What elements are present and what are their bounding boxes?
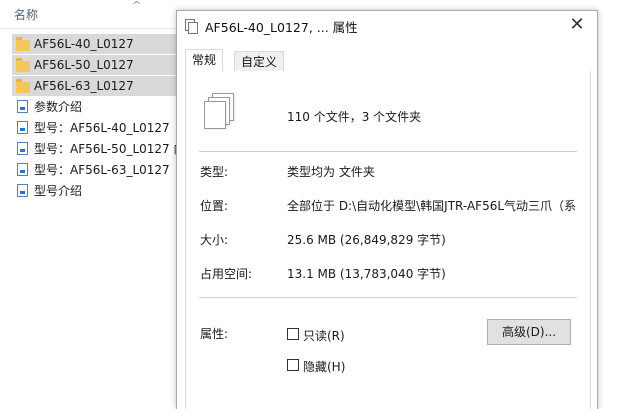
type-value: 类型均为 文件夹 <box>287 165 375 179</box>
list-item-label: 型号介绍 <box>34 184 83 198</box>
divider <box>199 297 577 298</box>
location-value: 全部位于 D:\自动化模型\韩国JTR-AF56L气动三爪（系 <box>287 199 577 213</box>
size-on-disk-label: 占用空间: <box>200 267 253 281</box>
multiple-files-icon <box>204 93 236 129</box>
list-item[interactable]: 型号：AF56L-50_L0127 内 <box>12 139 176 159</box>
advanced-button[interactable]: 高级(D)... <box>487 319 571 345</box>
list-item-label: 型号：AF56L-63_L0127 <box>34 163 170 177</box>
list-item[interactable]: 参数介绍 <box>12 97 176 117</box>
folder-icon <box>16 58 30 72</box>
name-column-label: 名称 <box>14 8 39 22</box>
selection-summary: 110 个文件，3 个文件夹 <box>287 110 422 124</box>
list-item[interactable]: 型号：AF56L-63_L0127 <box>12 160 176 180</box>
readonly-checkbox[interactable] <box>287 328 299 340</box>
type-label: 类型: <box>200 165 229 179</box>
list-item[interactable]: AF56L-50_L0127 <box>12 55 176 75</box>
word-document-icon <box>16 100 30 114</box>
divider <box>199 151 577 152</box>
folder-icon <box>16 79 30 93</box>
word-document-icon <box>16 142 30 156</box>
attributes-label: 属性: <box>200 327 229 341</box>
readonly-label[interactable]: 只读(R) <box>303 327 345 344</box>
list-item-label: AF56L-63_L0127 <box>34 79 134 93</box>
list-item-label: AF56L-50_L0127 <box>34 58 134 72</box>
hidden-checkbox[interactable] <box>287 359 299 371</box>
tab-general[interactable]: 常规 <box>185 49 224 72</box>
name-column-header[interactable]: 名称 ^ <box>0 0 176 29</box>
dialog-title: AF56L-40_L0127, ... 属性 <box>205 20 358 35</box>
list-item-label: 型号：AF56L-40_L0127 <box>34 121 170 135</box>
word-document-icon <box>16 121 30 135</box>
dialog-title-bar[interactable]: AF56L-40_L0127, ... 属性 ✕ <box>177 11 597 41</box>
general-panel: 110 个文件，3 个文件夹 类型: 类型均为 文件夹 位置: 全部位于 D:\… <box>185 71 591 409</box>
document-icon <box>185 19 198 34</box>
folder-icon <box>16 37 30 51</box>
sort-ascending-icon: ^ <box>132 0 142 12</box>
close-icon[interactable]: ✕ <box>567 14 587 35</box>
size-on-disk-value: 13.1 MB (13,783,040 字节) <box>287 267 446 281</box>
list-item-label: 参数介绍 <box>34 100 83 114</box>
list-item[interactable]: 型号介绍 <box>12 181 176 201</box>
list-item[interactable]: AF56L-63_L0127 <box>12 76 176 96</box>
hidden-label[interactable]: 隐藏(H) <box>303 358 345 375</box>
tab-custom[interactable]: 自定义 <box>234 51 285 71</box>
list-item-label: AF56L-40_L0127 <box>34 37 134 51</box>
tab-bar: 常规 自定义 <box>185 49 589 72</box>
size-value: 25.6 MB (26,849,829 字节) <box>287 233 446 247</box>
location-label: 位置: <box>200 199 229 213</box>
size-label: 大小: <box>200 233 229 247</box>
list-item[interactable]: 型号：AF56L-40_L0127 <box>12 118 176 138</box>
word-document-icon <box>16 163 30 177</box>
properties-dialog: AF56L-40_L0127, ... 属性 ✕ 常规 自定义 110 个文件，… <box>176 10 598 409</box>
list-item-label: 型号：AF56L-50_L0127 内 <box>34 142 176 156</box>
list-item[interactable]: AF56L-40_L0127 <box>12 34 176 54</box>
word-document-icon <box>16 184 30 198</box>
